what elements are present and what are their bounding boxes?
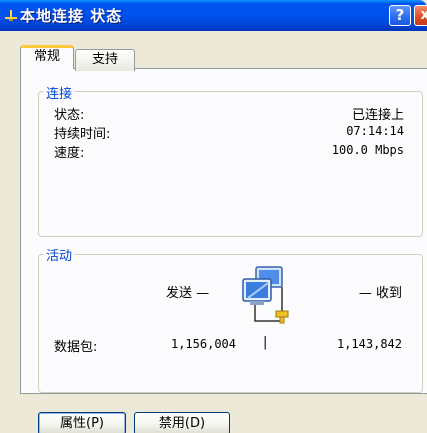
packets-label: 数据包: [54,340,98,355]
help-button[interactable]: ? [389,5,411,26]
connection-status-window: 本地连接 状态 ? x 常规 支持 连接 状态: 已连接上 持续时间: 07:1… [0,0,427,433]
duration-label: 持续时间: [54,127,111,142]
status-value: 已连接上 [351,108,404,123]
network-connection-icon [5,10,17,21]
packets-received-value: 1,143,842 [336,337,402,351]
tab-support[interactable]: 支持 [75,49,135,71]
activity-group-title: 活动 [44,245,75,264]
packets-sent-value: 1,156,004 [170,337,236,351]
tab-general[interactable]: 常规 [20,45,74,69]
activity-group [38,254,423,393]
status-label: 状态: [54,108,85,123]
sent-label: 发送 — [166,286,210,301]
packets-separator: | [263,335,268,350]
speed-value: 100.0 Mbps [331,143,404,157]
speed-label: 速度: [54,146,85,161]
connection-group-title: 连接 [44,83,75,102]
properties-button[interactable]: 属性(P) [38,412,126,433]
network-computers-icon [242,266,289,324]
disable-button[interactable]: 禁用(D) [134,412,230,433]
window-title: 本地连接 状态 [20,7,123,25]
received-label: — 收到 [358,286,402,301]
title-bar[interactable]: 本地连接 状态 ? x [0,0,427,31]
close-button[interactable]: x [414,5,427,26]
duration-value: 07:14:14 [346,124,404,138]
